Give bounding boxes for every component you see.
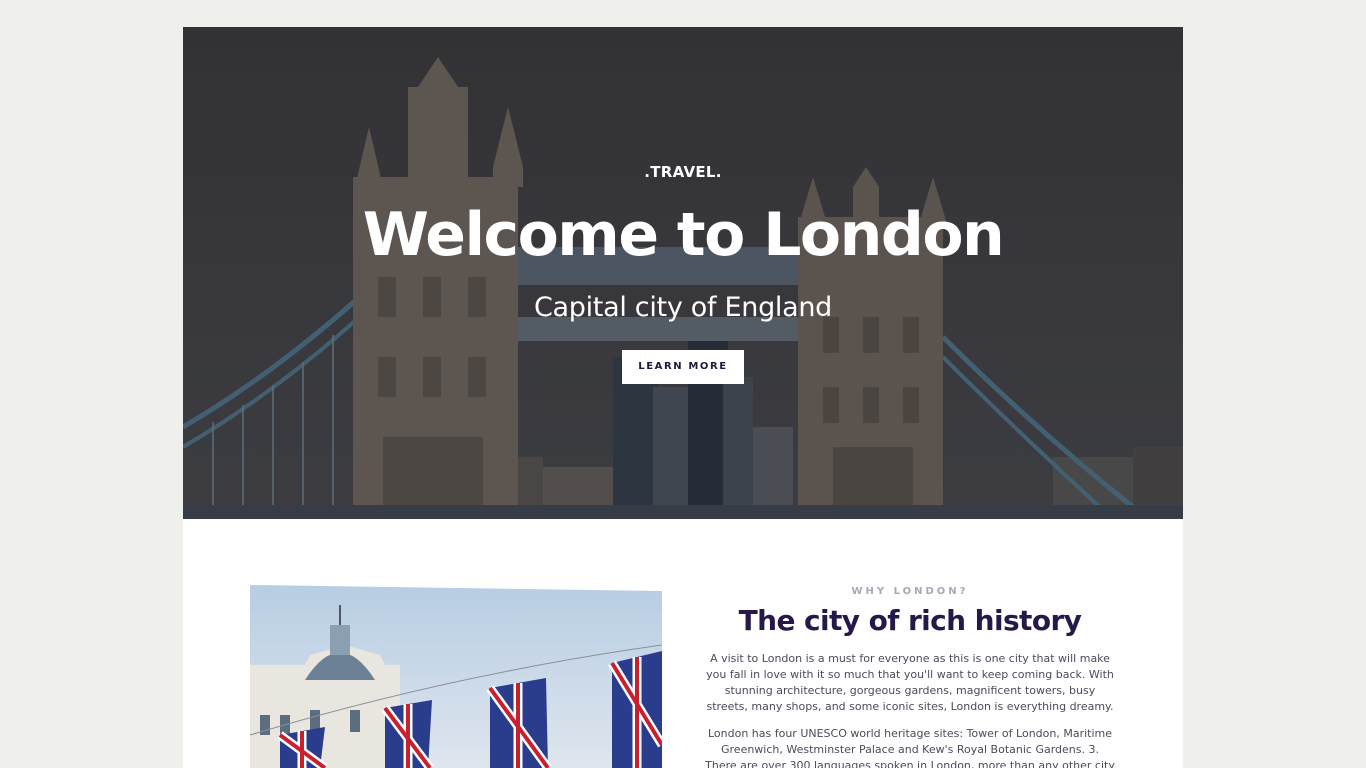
facts-paragraph: London has four UNESCO world heritage si… — [705, 727, 1115, 768]
hero-subtitle: Capital city of England — [533, 292, 833, 323]
union-jack-bunting-image — [250, 605, 662, 768]
union-jack-photo — [250, 585, 662, 768]
brand-logo[interactable]: .TRAVEL. — [183, 163, 1183, 181]
page: .TRAVEL. Welcome to London Capital city … — [183, 27, 1183, 768]
section-title: The city of rich history — [738, 604, 1082, 637]
section-kicker: WHY LONDON? — [851, 586, 969, 597]
learn-more-button[interactable]: LEARN MORE — [622, 350, 744, 384]
hero-section: .TRAVEL. Welcome to London Capital city … — [183, 27, 1183, 519]
hero-content: .TRAVEL. Welcome to London Capital city … — [183, 27, 1183, 519]
intro-paragraph: A visit to London is a must for everyone… — [706, 652, 1114, 713]
hero-title: Welcome to London — [362, 200, 1005, 270]
